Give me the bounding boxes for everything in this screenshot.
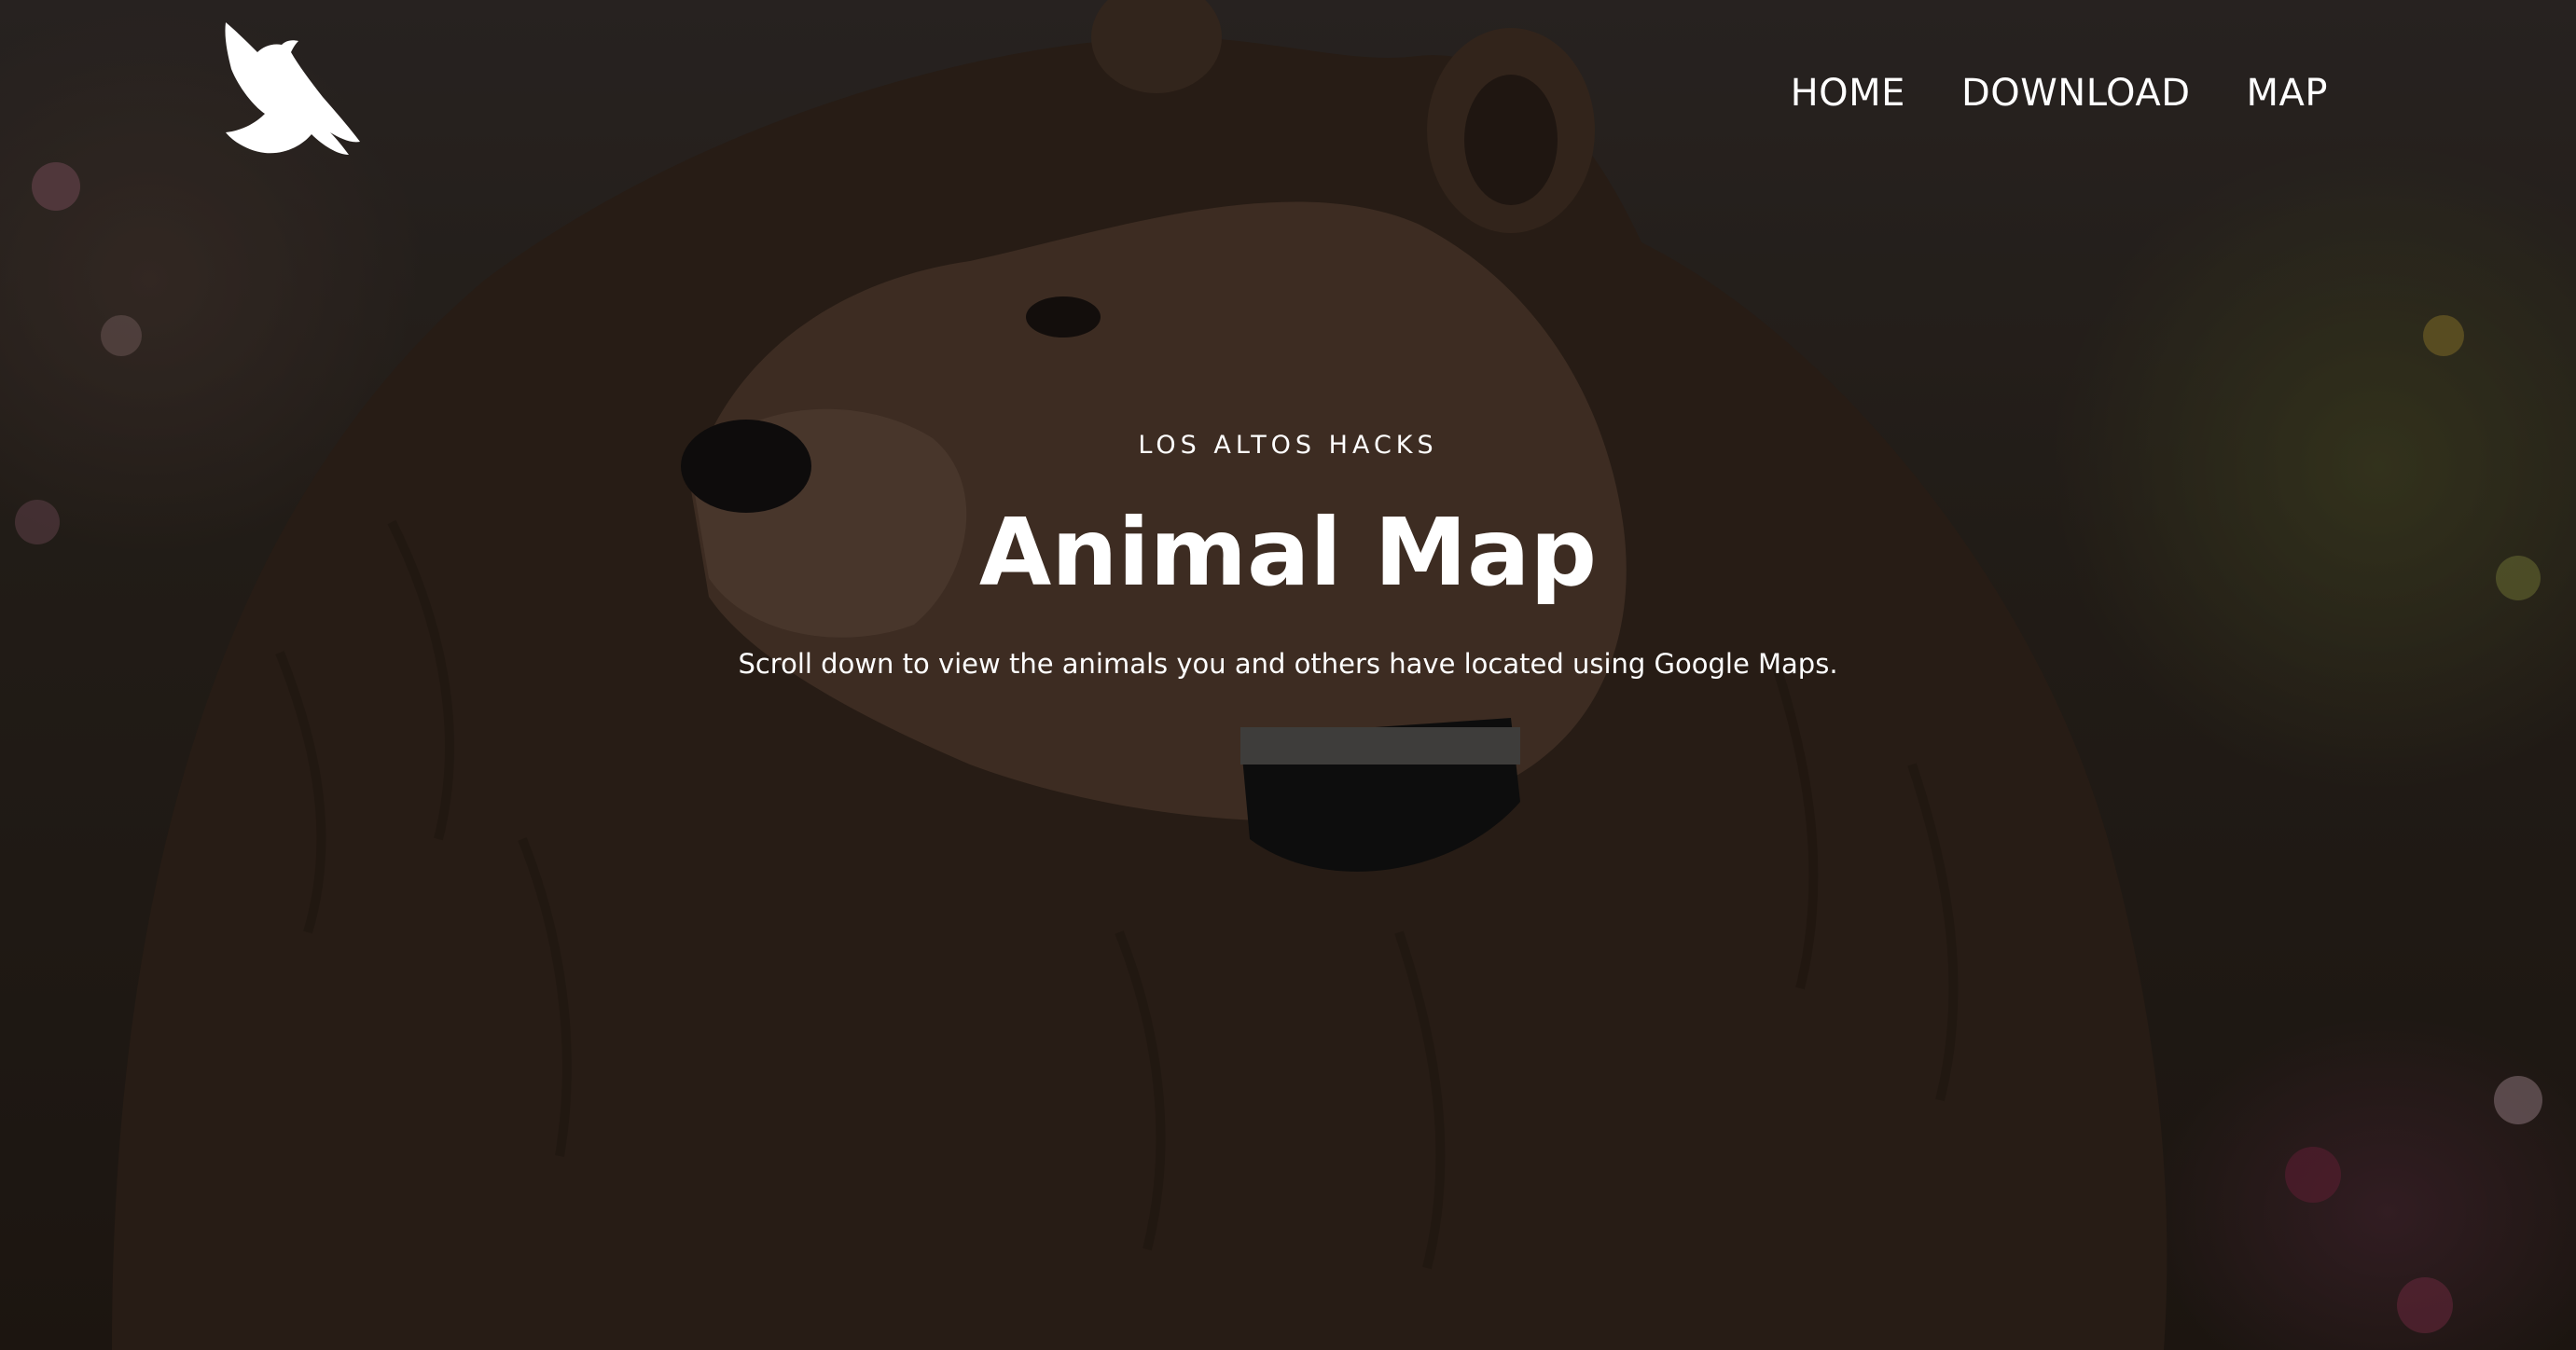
bird-logo-icon[interactable] (220, 22, 360, 164)
hero-subtitle: Scroll down to view the animals you and … (738, 648, 1838, 680)
hero-kicker: LOS ALTOS HACKS (1138, 431, 1438, 460)
bird-icon (225, 22, 360, 155)
nav-map-link[interactable]: MAP (2247, 67, 2329, 119)
main-nav: HOME DOWNLOAD MAP (1791, 67, 2328, 119)
hero-title: Animal Map (978, 498, 1598, 607)
nav-download-link[interactable]: DOWNLOAD (1961, 67, 2191, 119)
nav-home-link[interactable]: HOME (1791, 67, 1905, 119)
